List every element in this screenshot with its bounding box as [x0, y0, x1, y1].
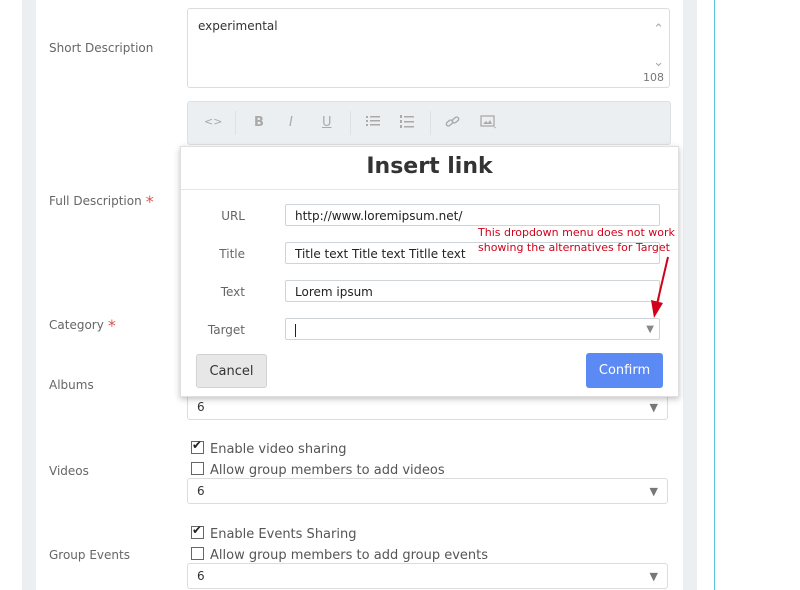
chevron-down-icon: ▼	[649, 485, 658, 498]
bold-icon[interactable]: B	[254, 115, 264, 130]
modal-header: Insert link	[181, 147, 678, 190]
allow-members-add-events-row[interactable]: Allow group members to add group events	[191, 547, 488, 563]
text-cursor	[295, 324, 296, 337]
right-gutter	[683, 0, 697, 590]
image-icon[interactable]	[480, 115, 498, 133]
category-label: Category *	[49, 314, 116, 335]
videos-select-value: 6	[197, 484, 205, 498]
enable-events-sharing-checkbox[interactable]	[191, 523, 204, 539]
text-label: Text	[220, 285, 245, 299]
category-label-text: Category	[49, 318, 104, 332]
allow-members-add-videos-row[interactable]: Allow group members to add videos	[191, 462, 445, 478]
full-description-label: Full Description *	[49, 190, 154, 211]
url-label: URL	[221, 209, 245, 223]
enable-events-sharing-label: Enable Events Sharing	[210, 527, 357, 542]
allow-members-add-videos-checkbox[interactable]	[191, 462, 204, 475]
enable-video-sharing-checkbox[interactable]	[191, 438, 204, 454]
left-gutter	[22, 0, 36, 590]
group-events-select[interactable]: 6 ▼	[187, 563, 668, 589]
albums-select-value: 6	[197, 400, 205, 414]
modal-title: Insert link	[366, 154, 493, 179]
chevron-down-icon: ▼	[649, 401, 658, 414]
videos-select[interactable]: 6 ▼	[187, 478, 668, 504]
required-marker: *	[145, 192, 154, 211]
code-icon[interactable]: <>	[204, 115, 222, 128]
title-label: Title	[219, 247, 245, 261]
numbered-list-icon[interactable]	[400, 115, 414, 132]
toolbar-divider	[235, 111, 236, 135]
italic-icon[interactable]: I	[289, 115, 293, 130]
toolbar-divider	[350, 111, 351, 135]
enable-video-sharing-label: Enable video sharing	[210, 442, 347, 457]
short-description-textarea[interactable]: experimental ⌃ ⌄ 108	[187, 8, 670, 88]
albums-select[interactable]: 6 ▼	[187, 394, 668, 420]
underline-icon[interactable]: U	[322, 115, 332, 130]
group-events-select-value: 6	[197, 569, 205, 583]
right-border-line	[714, 0, 715, 590]
videos-label: Videos	[49, 464, 89, 478]
enable-events-sharing-row[interactable]: Enable Events Sharing	[191, 523, 357, 542]
editor-toolbar: <> B I U	[187, 101, 671, 145]
confirm-button[interactable]: Confirm	[586, 353, 663, 388]
target-select[interactable]: ▼	[285, 318, 660, 340]
cancel-button[interactable]: Cancel	[196, 354, 267, 388]
allow-members-add-videos-label: Allow group members to add videos	[210, 463, 445, 478]
albums-label: Albums	[49, 378, 94, 392]
target-label: Target	[207, 323, 245, 337]
character-counter: 108	[643, 71, 664, 84]
allow-members-add-events-label: Allow group members to add group events	[210, 548, 489, 563]
enable-video-sharing-row[interactable]: Enable video sharing	[191, 438, 347, 457]
chevron-down-icon: ▼	[649, 570, 658, 583]
group-events-label: Group Events	[49, 548, 130, 562]
allow-members-add-events-checkbox[interactable]	[191, 547, 204, 560]
short-description-label: Short Description	[49, 41, 154, 55]
insert-link-modal: Insert link URL http://www.loremipsum.ne…	[180, 146, 679, 397]
text-input[interactable]: Lorem ipsum	[285, 280, 660, 302]
bullet-list-icon[interactable]	[366, 115, 380, 131]
scroll-up-icon[interactable]: ⌃	[653, 22, 664, 37]
chevron-down-icon[interactable]: ▼	[646, 319, 654, 341]
url-input[interactable]: http://www.loremipsum.net/	[285, 204, 660, 226]
short-description-value: experimental	[198, 19, 278, 33]
toolbar-divider	[430, 111, 431, 135]
scroll-down-icon[interactable]: ⌄	[653, 55, 664, 70]
annotation-line-2: showing the alternatives for Target	[478, 241, 670, 254]
required-marker: *	[107, 316, 116, 335]
annotation-line-1: This dropdown menu does not work	[478, 226, 675, 239]
full-description-label-text: Full Description	[49, 194, 142, 208]
link-icon[interactable]	[445, 115, 461, 133]
annotation-note: This dropdown menu does not work showing…	[478, 225, 675, 255]
